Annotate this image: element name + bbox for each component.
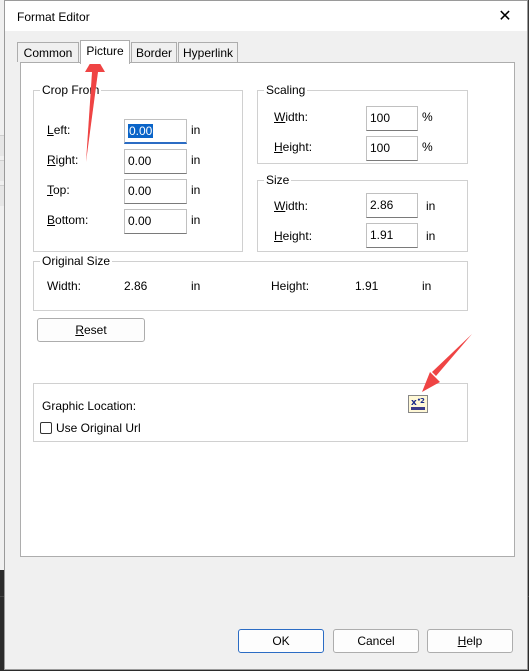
- title-bar: Format Editor ✕: [5, 1, 527, 31]
- original-size-group: Original Size Width: 2.86 in Height: 1.9…: [33, 254, 468, 311]
- scaling-group: Scaling Width: 100 % Height: 100 %: [257, 83, 468, 164]
- scaling-height-input[interactable]: 100: [366, 136, 418, 161]
- scaling-width-unit: %: [422, 110, 433, 124]
- original-width-value: 2.86: [124, 279, 148, 293]
- x-squared-formula-icon[interactable]: x • 2: [408, 395, 428, 413]
- crop-top-input[interactable]: 0.00: [124, 179, 187, 204]
- size-group: Size Width: 2.86 in Height: 1.91 in: [257, 173, 468, 252]
- crop-left-label: Left:: [47, 123, 71, 137]
- use-original-url-label[interactable]: Use Original Url: [56, 421, 141, 435]
- crop-right-input[interactable]: 0.00: [124, 149, 187, 174]
- dialog-footer: OK Cancel Help: [5, 613, 527, 669]
- scaling-width-label: Width:: [274, 110, 309, 124]
- size-height-input[interactable]: 1.91: [366, 223, 418, 248]
- window-title: Format Editor: [17, 10, 90, 24]
- original-width-label: Width:: [47, 279, 82, 293]
- size-width-unit: in: [426, 199, 436, 213]
- close-icon[interactable]: ✕: [497, 6, 513, 25]
- crop-left-input[interactable]: 0.00: [124, 119, 187, 144]
- scaling-legend: Scaling: [264, 83, 308, 97]
- reset-button[interactable]: Reset: [37, 318, 145, 342]
- crop-bottom-input[interactable]: 0.00: [124, 209, 187, 234]
- tab-hyperlink[interactable]: Hyperlink: [178, 42, 238, 62]
- tab-border[interactable]: Border: [131, 42, 177, 62]
- crop-right-label: Right:: [47, 153, 79, 167]
- graphic-location-label: Graphic Location:: [42, 399, 137, 413]
- crop-left-unit: in: [191, 123, 201, 137]
- original-size-legend: Original Size: [40, 254, 113, 268]
- crop-from-legend: Crop From: [40, 83, 102, 97]
- scaling-height-unit: %: [422, 140, 433, 154]
- cancel-button[interactable]: Cancel: [333, 629, 419, 653]
- original-height-label: Height:: [271, 279, 310, 293]
- crop-right-unit: in: [191, 153, 201, 167]
- picture-tab-panel: Crop From Left: 0.00 in Right: 0.00 in T…: [20, 62, 515, 557]
- crop-bottom-label: Bottom:: [47, 213, 89, 227]
- size-width-input[interactable]: 2.86: [366, 193, 418, 218]
- size-height-label: Height:: [274, 229, 313, 243]
- svg-text:2: 2: [420, 397, 425, 405]
- graphic-location-group: Graphic Location: Use Original Url x • 2: [33, 383, 468, 442]
- size-width-label: Width:: [274, 199, 309, 213]
- original-height-unit: in: [422, 279, 432, 293]
- original-height-value: 1.91: [355, 279, 379, 293]
- size-height-unit: in: [426, 229, 436, 243]
- crop-from-group: Crop From Left: 0.00 in Right: 0.00 in T…: [33, 83, 243, 252]
- crop-top-label: Top:: [47, 183, 70, 197]
- scaling-height-label: Height:: [274, 140, 313, 154]
- scaling-width-input[interactable]: 100: [366, 106, 418, 131]
- ok-button[interactable]: OK: [238, 629, 324, 653]
- tab-common[interactable]: Common: [17, 42, 79, 62]
- size-legend: Size: [264, 173, 292, 187]
- crop-top-unit: in: [191, 183, 201, 197]
- help-button[interactable]: Help: [427, 629, 513, 653]
- crop-bottom-unit: in: [191, 213, 201, 227]
- use-original-url-checkbox[interactable]: [40, 422, 52, 434]
- original-width-unit: in: [191, 279, 201, 293]
- tab-picture[interactable]: Picture: [80, 40, 130, 64]
- format-editor-dialog: Format Editor ✕ Common Picture Border Hy…: [4, 0, 528, 670]
